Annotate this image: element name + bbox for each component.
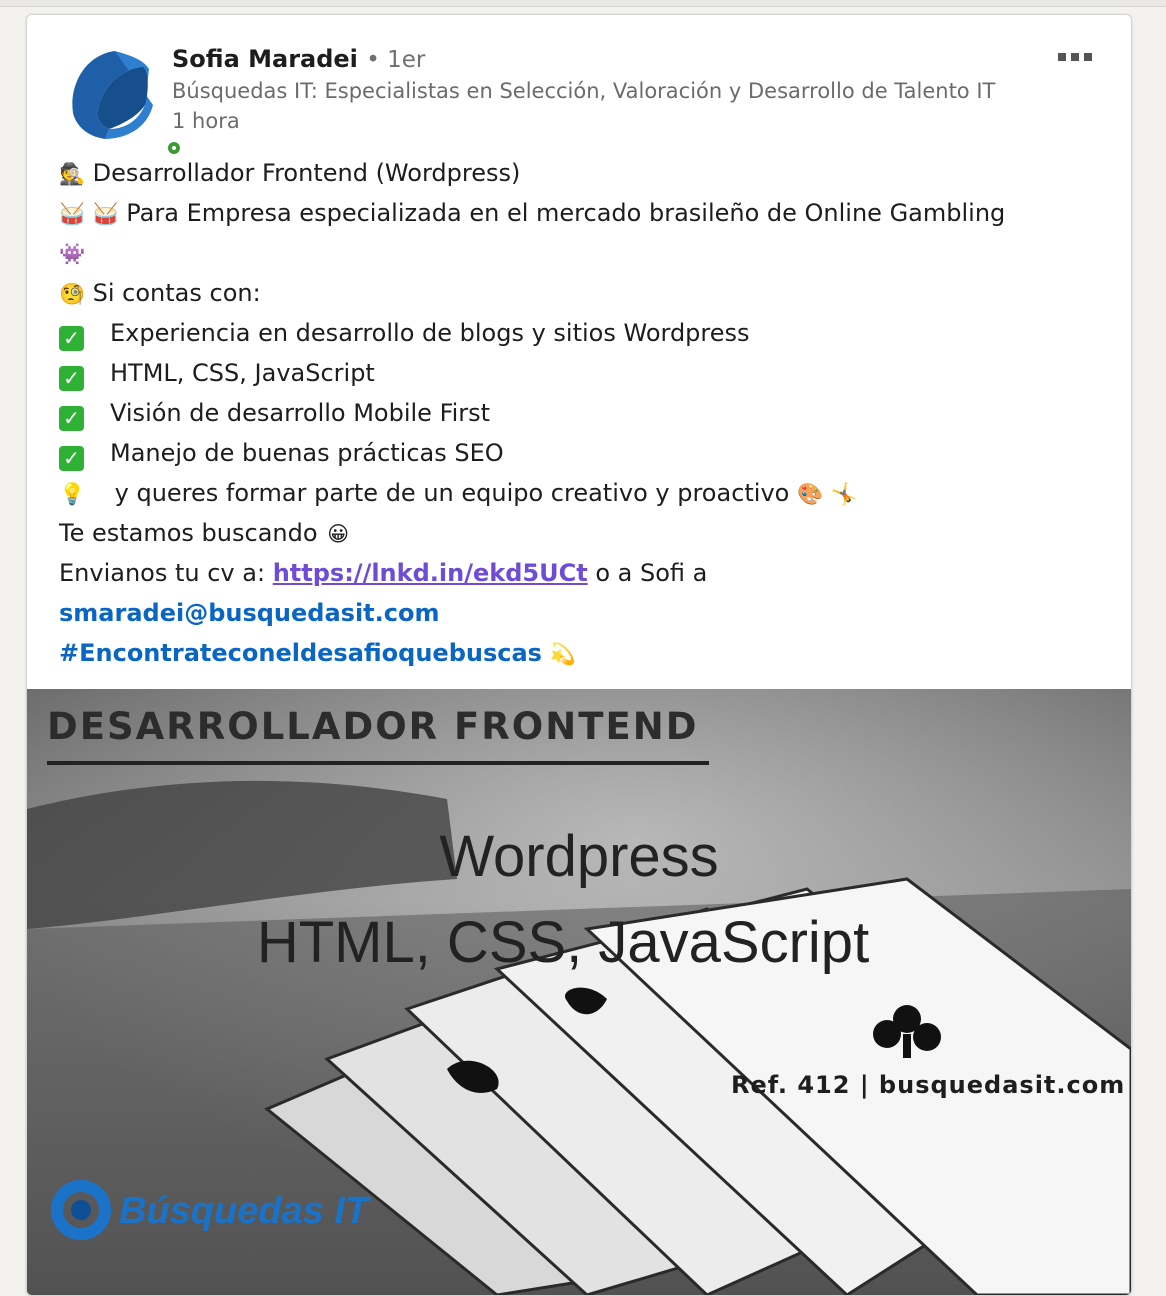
drum-icon: 🥁: [59, 202, 86, 226]
post-line: 🧐 Si contas con:: [59, 273, 1109, 313]
email-link[interactable]: smaradei@busquedasit.com: [59, 599, 440, 627]
connection-degree: • 1er: [366, 47, 426, 73]
post-line: ✓ Manejo de buenas prácticas SEO: [59, 433, 1109, 473]
post-body: 🕵 Desarrollador Frontend (Wordpress) 🥁 🥁…: [59, 153, 1109, 673]
post-line: Envianos tu cv a: https://lnkd.in/ekd5UC…: [59, 553, 1109, 593]
post-timestamp: 1 hora: [172, 109, 240, 133]
post-line: 💡 y queres formar parte de un equipo cre…: [59, 473, 1109, 513]
image-tech-line1: Wordpress: [439, 824, 719, 889]
grinning-face-icon: 😀: [327, 522, 350, 546]
ellipsis-dot-icon: [1084, 53, 1092, 61]
ellipsis-dot-icon: [1058, 53, 1066, 61]
post-line-text: y queres formar parte de un equipo creat…: [114, 479, 790, 507]
busquedas-it-logo: Búsquedas IT: [51, 1177, 371, 1243]
alien-monster-icon: 👾: [59, 242, 86, 266]
check-mark-icon: ✓: [59, 406, 84, 431]
busquedas-it-logo-icon: Búsquedas IT: [51, 1180, 371, 1240]
post-line: 🥁 🥁 Para Empresa especializada en el mer…: [59, 193, 1109, 233]
detective-icon: 🕵: [59, 162, 86, 186]
post-line: #Encontrateconeldesafioquebuscas 💫: [59, 633, 1109, 673]
feed-top-border: [0, 0, 1166, 7]
post-line: ✓ Experiencia en desarrollo de blogs y si…: [59, 313, 1109, 353]
post-line: ✓ HTML, CSS, JavaScript: [59, 353, 1109, 393]
cv-link[interactable]: https://lnkd.in/ekd5UCt: [273, 559, 588, 587]
requirement-text: Manejo de buenas prácticas SEO: [110, 439, 504, 467]
image-reference: Ref. 412 | busquedasit.com: [731, 1071, 1126, 1099]
post-line-text: Te estamos buscando: [59, 519, 318, 547]
image-tech-line2: HTML, CSS, JavaScript: [256, 910, 870, 975]
requirement-text: HTML, CSS, JavaScript: [110, 359, 375, 387]
check-mark-icon: ✓: [59, 366, 84, 391]
company-logo-avatar[interactable]: [65, 45, 185, 159]
requirement-text: Visión de desarrollo Mobile First: [110, 399, 491, 427]
post-line-text: Envianos tu cv a:: [59, 559, 266, 587]
light-bulb-icon: 💡: [59, 482, 86, 506]
post-line: 👾: [59, 233, 1109, 273]
post-line: 🕵 Desarrollador Frontend (Wordpress): [59, 153, 1109, 193]
ellipsis-dot-icon: [1071, 53, 1079, 61]
image-title-underline: [47, 761, 709, 765]
requirement-text: Experiencia en desarrollo de blogs y sit…: [110, 319, 750, 347]
actor-headline: Búsquedas IT: Especialistas en Selección…: [172, 79, 996, 103]
hashtag-link[interactable]: #Encontrateconeldesafioquebuscas: [59, 639, 542, 667]
post-line: smaradei@busquedasit.com: [59, 593, 1109, 633]
post-line-text: o a Sofi a: [595, 559, 708, 587]
post-line-text: Para Empresa especializada en el mercado…: [126, 199, 1006, 227]
more-options-button[interactable]: [1047, 45, 1103, 69]
palette-icon: 🎨: [797, 482, 824, 506]
post-line: Te estamos buscando 😀: [59, 513, 1109, 553]
actor-name[interactable]: Sofia Maradei: [172, 45, 358, 73]
avatar-logo-icon: [72, 51, 153, 139]
actor-name-link[interactable]: Sofia Maradei • 1er: [172, 45, 425, 73]
post-line-text: Desarrollador Frontend (Wordpress): [92, 159, 521, 187]
feed-post-card: Sofia Maradei • 1er Búsquedas IT: Especi…: [26, 14, 1132, 1296]
post-line: ✓ Visión de desarrollo Mobile First: [59, 393, 1109, 433]
post-image[interactable]: DESARROLLADOR FRONTEND Wordpress HTML, C…: [27, 689, 1131, 1295]
drum-icon: 🥁: [92, 202, 119, 226]
post-header: Sofia Maradei • 1er Búsquedas IT: Especi…: [27, 15, 1131, 159]
check-mark-icon: ✓: [59, 326, 84, 351]
image-title: DESARROLLADOR FRONTEND: [47, 705, 699, 748]
logo-text: Búsquedas IT: [119, 1190, 371, 1232]
cartwheel-icon: 🤸: [830, 482, 857, 506]
dizzy-icon: 💫: [549, 642, 576, 666]
monocle-face-icon: 🧐: [59, 282, 86, 306]
check-mark-icon: ✓: [59, 446, 84, 471]
post-line-text: Si contas con:: [92, 279, 261, 307]
